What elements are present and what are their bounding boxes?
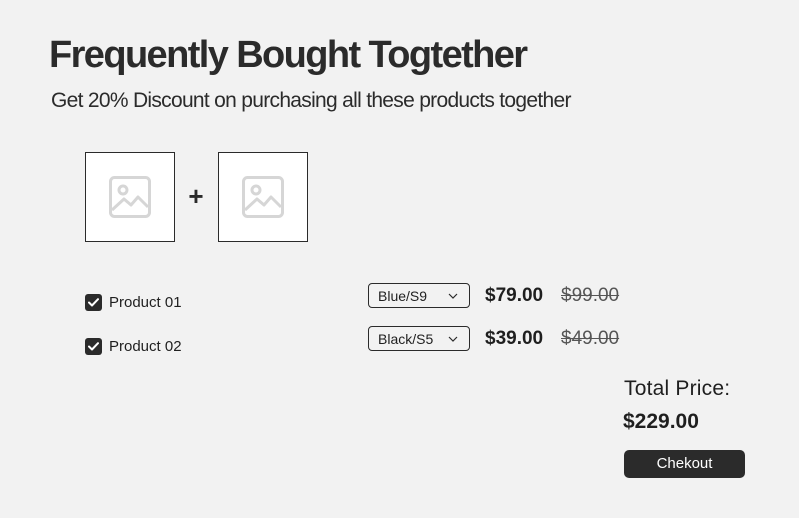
product-02-image[interactable] xyxy=(218,152,308,242)
product-02-checkbox[interactable] xyxy=(85,338,102,355)
total-price-value: $229.00 xyxy=(623,410,699,433)
product-02-variant-select[interactable]: Black/S5 xyxy=(368,326,470,351)
product-original-price: $99.00 xyxy=(561,285,620,306)
product-name: Product 02 xyxy=(109,338,182,355)
checkmark-icon xyxy=(88,298,99,307)
variant-value: Black/S5 xyxy=(378,330,434,347)
plus-sign: + xyxy=(188,181,204,211)
variant-value: Blue/S9 xyxy=(378,287,428,304)
product-price: $39.00 xyxy=(485,328,544,349)
checkout-button[interactable]: Chekout xyxy=(624,450,745,478)
product-name: Product 01 xyxy=(109,294,182,311)
product-01-checkbox[interactable] xyxy=(85,294,102,311)
product-01-variant-select[interactable]: Blue/S9 xyxy=(368,283,470,308)
product-price: $79.00 xyxy=(485,285,544,306)
page-title: Frequently Bought Togtether xyxy=(49,34,528,76)
image-placeholder-icon xyxy=(109,176,151,218)
chevron-down-icon xyxy=(448,336,458,342)
chevron-down-icon xyxy=(448,293,458,299)
product-original-price: $49.00 xyxy=(561,328,620,349)
product-row-01: Product 01 Blue/S9 $79.00 $99.00 xyxy=(85,283,645,311)
product-row-02: Product 02 Black/S5 $39.00 $49.00 xyxy=(85,326,645,355)
total-price-label: Total Price: xyxy=(624,377,731,400)
image-placeholder-icon xyxy=(242,176,284,218)
product-01-image[interactable] xyxy=(85,152,175,242)
discount-subtitle: Get 20% Discount on purchasing all these… xyxy=(51,89,571,112)
checkmark-icon xyxy=(88,342,99,351)
